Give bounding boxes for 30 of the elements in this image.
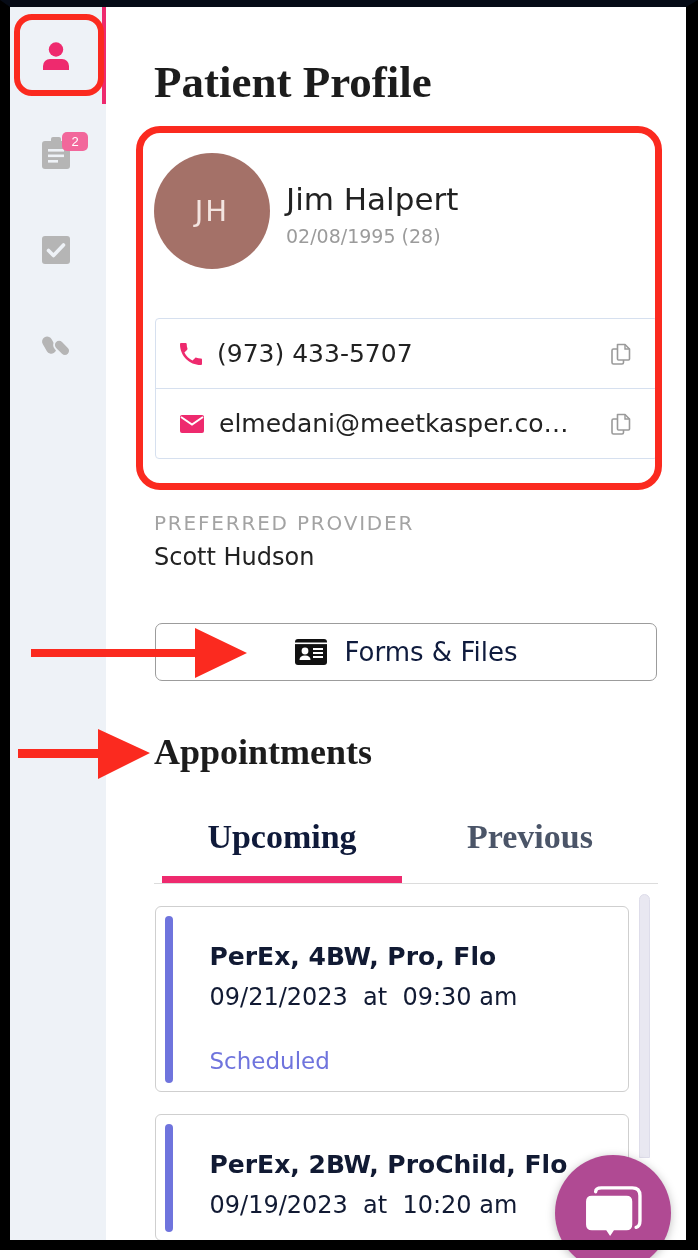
id-card-icon: [294, 639, 327, 665]
field-label: PREFERRED PROVIDER: [154, 511, 416, 535]
appointment-time: 09/21/2023 at 09:30 am: [209, 981, 518, 1013]
phone-number: (973) 433-5707: [217, 339, 413, 368]
count-badge: 2: [62, 132, 88, 151]
appointment-time: 09/19/2023 at 10:20 am: [209, 1189, 519, 1221]
appointment-card[interactable]: PerEx, 2BW, ProChild, Flo 09/19/2023 at 10:20 am: [155, 1114, 629, 1240]
phone-icon: [180, 342, 202, 365]
appointment-title: PerEx, 4BW, Pro, Flo: [209, 940, 498, 973]
copy-icon[interactable]: [611, 412, 631, 435]
clipboard-icon: [42, 136, 70, 169]
tab[interactable]: Previous: [402, 797, 658, 883]
section-heading: Appointments: [154, 731, 374, 774]
page-title: Patient Profile: [154, 56, 433, 109]
scrollbar[interactable]: [639, 894, 650, 1158]
checkbox-icon: [42, 235, 70, 264]
email-address: elmedani@meetkasper.co…: [219, 409, 569, 438]
appointment-status: Scheduled: [209, 1046, 331, 1076]
patient-name: Jim Halpert: [286, 180, 459, 218]
appointment-card[interactable]: PerEx, 4BW, Pro, Flo 09/21/2023 at 09:30 am Scheduled: [155, 906, 629, 1092]
appointment-title: PerEx, 2BW, ProChild, Flo: [209, 1148, 568, 1181]
forms-files-button[interactable]: Forms & Files: [155, 623, 657, 681]
copy-icon[interactable]: [611, 342, 631, 365]
provider-name: Scott Hudson: [154, 542, 316, 572]
chat-bubble-icon: [584, 1186, 642, 1238]
birth-date: 02/08/1995 (28): [286, 224, 442, 248]
person-icon: [42, 41, 70, 70]
envelope-icon: [180, 414, 204, 433]
tab[interactable]: Upcoming: [162, 797, 402, 883]
avatar: JH: [154, 153, 270, 269]
